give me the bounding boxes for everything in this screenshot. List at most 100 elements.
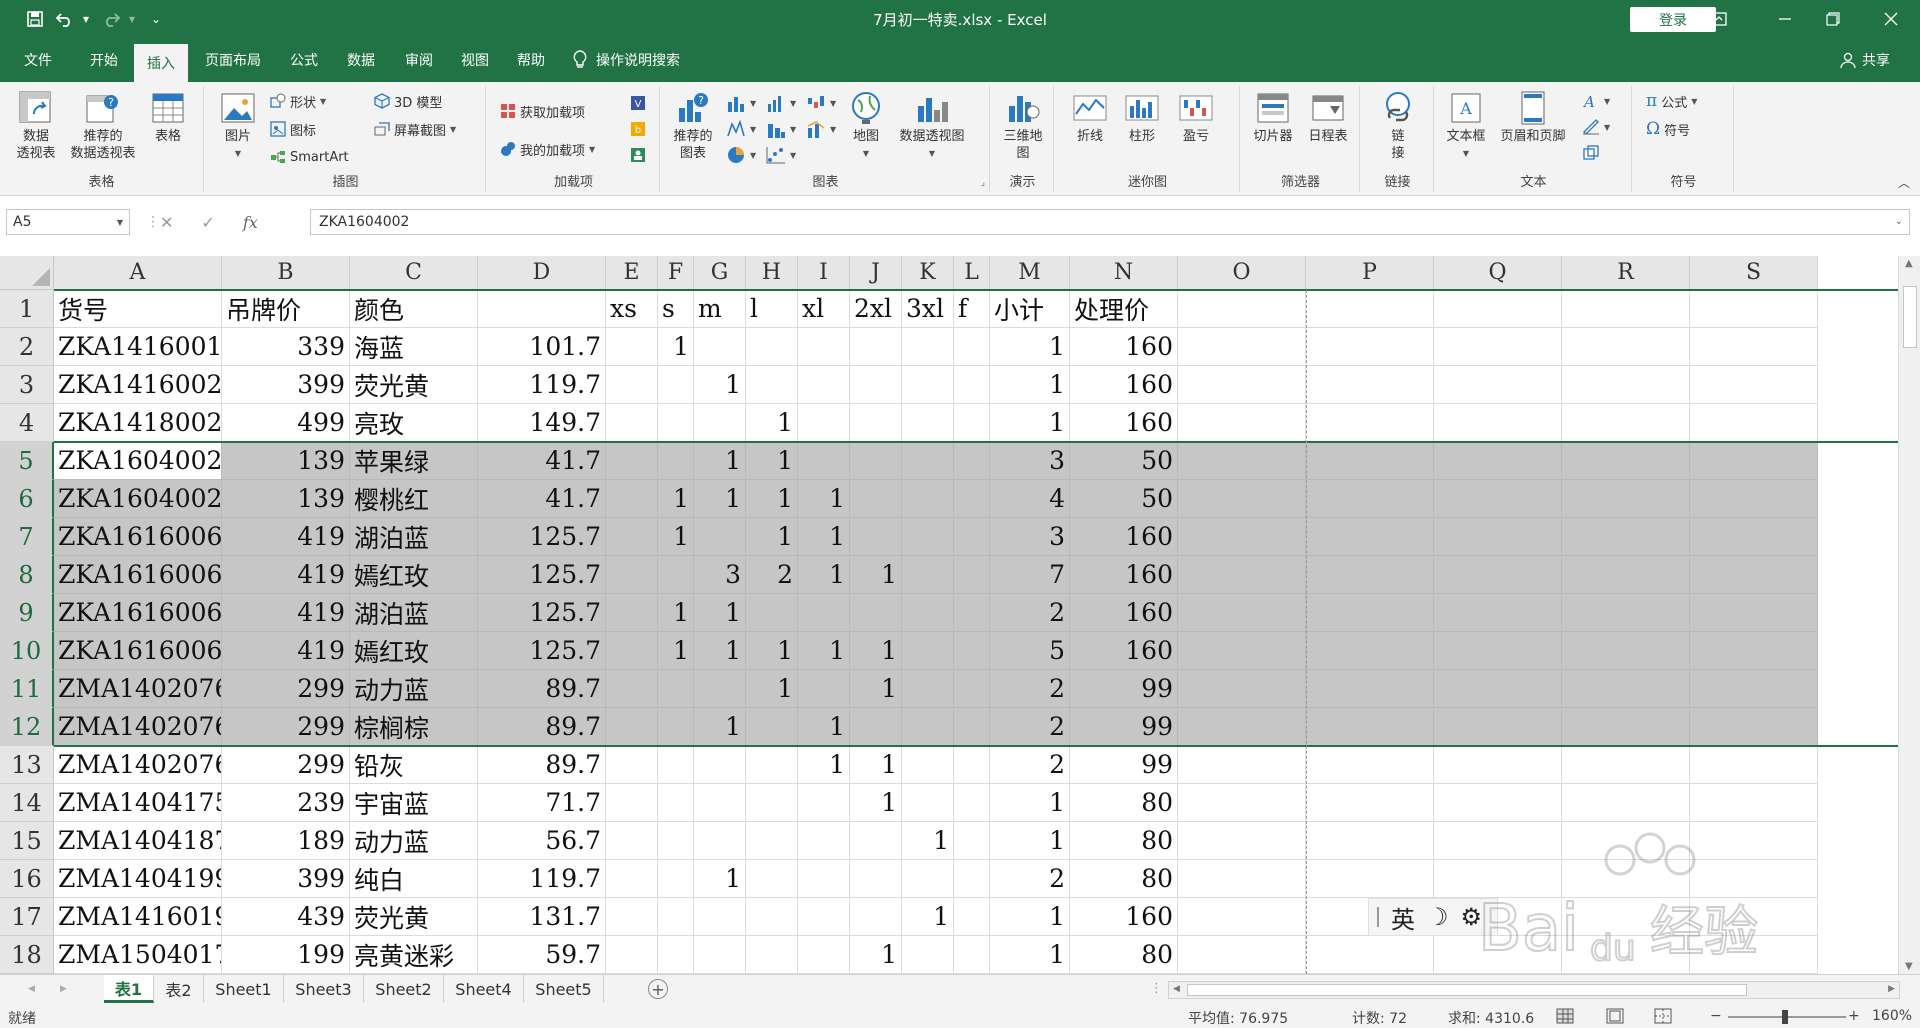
cell-h14[interactable] bbox=[746, 784, 798, 822]
cell-k17[interactable]: 1 bbox=[902, 898, 954, 936]
sparkline-column-button[interactable]: 柱形 bbox=[1120, 90, 1164, 145]
cell-q3[interactable] bbox=[1434, 366, 1562, 404]
cell-s9[interactable] bbox=[1690, 594, 1818, 632]
cell-i7[interactable]: 1 bbox=[798, 518, 850, 556]
cell-l12[interactable] bbox=[954, 708, 990, 746]
enter-icon[interactable]: ✓ bbox=[201, 213, 214, 232]
cell-l10[interactable] bbox=[954, 632, 990, 670]
cell-r15[interactable] bbox=[1562, 822, 1690, 860]
row-header-13[interactable]: 13 bbox=[0, 746, 54, 784]
formula-input[interactable]: ZKA1604002 ⌄ bbox=[310, 209, 1910, 235]
cell-o3[interactable] bbox=[1178, 366, 1306, 404]
cell-g4[interactable] bbox=[694, 404, 746, 442]
cell-q14[interactable] bbox=[1434, 784, 1562, 822]
cell-f18[interactable] bbox=[658, 936, 694, 974]
symbol-button[interactable]: Ω 符号 bbox=[1646, 118, 1690, 140]
cell-i9[interactable] bbox=[798, 594, 850, 632]
cell-c4[interactable]: 亮玫 bbox=[350, 404, 478, 442]
column-header-c[interactable]: C bbox=[350, 256, 478, 290]
cell-f7[interactable]: 1 bbox=[658, 518, 694, 556]
cell-j13[interactable]: 1 bbox=[850, 746, 902, 784]
cell-m14[interactable]: 1 bbox=[990, 784, 1070, 822]
cell-p13[interactable] bbox=[1306, 746, 1434, 784]
cell-c11[interactable]: 动力蓝 bbox=[350, 670, 478, 708]
cell-e17[interactable] bbox=[606, 898, 658, 936]
cell-r16[interactable] bbox=[1562, 860, 1690, 898]
cell-m9[interactable]: 2 bbox=[990, 594, 1070, 632]
line-chart-button[interactable]: ▼ bbox=[766, 92, 796, 114]
cell-j5[interactable] bbox=[850, 442, 902, 480]
moon-icon[interactable]: ☽ bbox=[1427, 903, 1449, 931]
cell-h18[interactable] bbox=[746, 936, 798, 974]
cell-a6[interactable]: ZKA1604002 bbox=[54, 480, 222, 518]
cell-h2[interactable] bbox=[746, 328, 798, 366]
cell-g16[interactable]: 1 bbox=[694, 860, 746, 898]
people-graph-icon[interactable] bbox=[630, 144, 646, 166]
cell-c9[interactable]: 湖泊蓝 bbox=[350, 594, 478, 632]
cell-f4[interactable] bbox=[658, 404, 694, 442]
column-header-p[interactable]: P bbox=[1306, 256, 1434, 290]
cell-s15[interactable] bbox=[1690, 822, 1818, 860]
cell-i5[interactable] bbox=[798, 442, 850, 480]
row-header-15[interactable]: 15 bbox=[0, 822, 54, 860]
cell-j16[interactable] bbox=[850, 860, 902, 898]
cell-p10[interactable] bbox=[1306, 632, 1434, 670]
cell-r10[interactable] bbox=[1562, 632, 1690, 670]
cell-a3[interactable]: ZKA1416002 bbox=[54, 366, 222, 404]
cell-a1[interactable]: 货号 bbox=[54, 290, 222, 328]
row-header-5[interactable]: 5 bbox=[0, 442, 54, 480]
cell-d10[interactable]: 125.7 bbox=[478, 632, 606, 670]
zoom-out-button[interactable]: − bbox=[1710, 1008, 1722, 1024]
cell-a11[interactable]: ZMA1402076 bbox=[54, 670, 222, 708]
tab-file[interactable]: 文件 bbox=[12, 38, 64, 82]
cell-f16[interactable] bbox=[658, 860, 694, 898]
cell-p18[interactable] bbox=[1306, 936, 1434, 974]
cell-p6[interactable] bbox=[1306, 480, 1434, 518]
cell-b17[interactable]: 439 bbox=[222, 898, 350, 936]
cell-n4[interactable]: 160 bbox=[1070, 404, 1178, 442]
cell-a16[interactable]: ZMA1404199 bbox=[54, 860, 222, 898]
ribbon-display-options-icon[interactable] bbox=[1696, 0, 1742, 38]
cell-b6[interactable]: 139 bbox=[222, 480, 350, 518]
textbox-button[interactable]: A 文本框 ▼ bbox=[1442, 90, 1490, 162]
cell-b2[interactable]: 339 bbox=[222, 328, 350, 366]
row-header-10[interactable]: 10 bbox=[0, 632, 54, 670]
cell-f12[interactable] bbox=[658, 708, 694, 746]
sparkline-winloss-button[interactable]: 盈亏 bbox=[1174, 90, 1218, 145]
cell-f1[interactable]: s bbox=[658, 290, 694, 328]
get-addins-button[interactable]: 获取加载项 bbox=[500, 100, 585, 122]
cell-s1[interactable] bbox=[1690, 290, 1818, 328]
cell-f8[interactable] bbox=[658, 556, 694, 594]
cell-l9[interactable] bbox=[954, 594, 990, 632]
row-header-17[interactable]: 17 bbox=[0, 898, 54, 936]
cell-o2[interactable] bbox=[1178, 328, 1306, 366]
cell-s2[interactable] bbox=[1690, 328, 1818, 366]
cell-b16[interactable]: 399 bbox=[222, 860, 350, 898]
statistic-chart-button[interactable]: ▼ bbox=[766, 118, 796, 140]
cell-d7[interactable]: 125.7 bbox=[478, 518, 606, 556]
tab-home[interactable]: 开始 bbox=[76, 38, 132, 82]
cell-m15[interactable]: 1 bbox=[990, 822, 1070, 860]
cell-o13[interactable] bbox=[1178, 746, 1306, 784]
cell-q13[interactable] bbox=[1434, 746, 1562, 784]
cell-c18[interactable]: 亮黄迷彩 bbox=[350, 936, 478, 974]
sheet-tab-sheet4[interactable]: Sheet4 bbox=[444, 975, 524, 1003]
scroll-right-icon[interactable]: ▶ bbox=[1888, 984, 1895, 994]
cell-n10[interactable]: 160 bbox=[1070, 632, 1178, 670]
cell-g9[interactable]: 1 bbox=[694, 594, 746, 632]
cell-s4[interactable] bbox=[1690, 404, 1818, 442]
cell-h6[interactable]: 1 bbox=[746, 480, 798, 518]
cell-j4[interactable] bbox=[850, 404, 902, 442]
cell-d3[interactable]: 119.7 bbox=[478, 366, 606, 404]
cell-l17[interactable] bbox=[954, 898, 990, 936]
cell-d17[interactable]: 131.7 bbox=[478, 898, 606, 936]
cell-m18[interactable]: 1 bbox=[990, 936, 1070, 974]
pie-chart-button[interactable]: ▼ bbox=[726, 144, 756, 166]
cell-j3[interactable] bbox=[850, 366, 902, 404]
cell-b10[interactable]: 419 bbox=[222, 632, 350, 670]
cell-b5[interactable]: 139 bbox=[222, 442, 350, 480]
recommended-charts-button[interactable]: ? 推荐的 图表 bbox=[668, 90, 718, 162]
cell-r5[interactable] bbox=[1562, 442, 1690, 480]
vertical-scrollbar[interactable]: ▲ ▼ bbox=[1898, 256, 1920, 974]
zoom-slider-thumb[interactable] bbox=[1782, 1010, 1788, 1024]
